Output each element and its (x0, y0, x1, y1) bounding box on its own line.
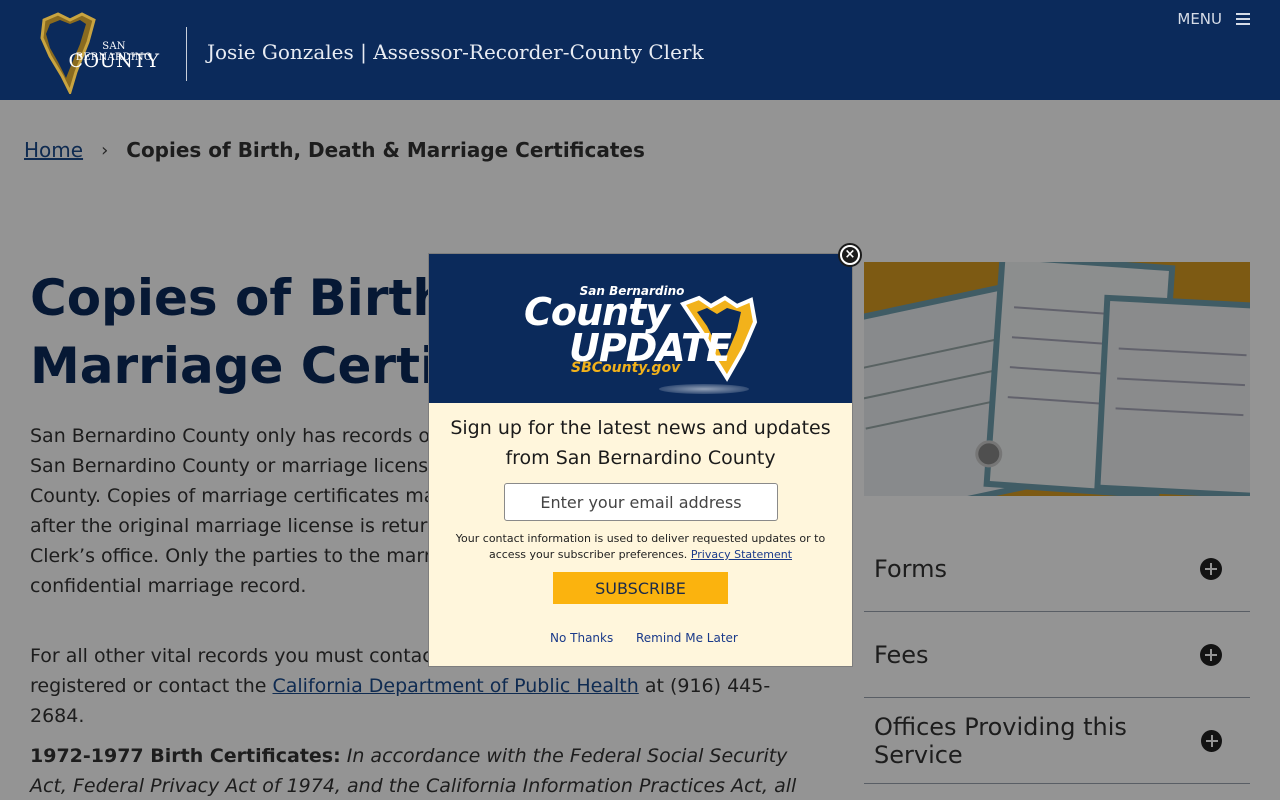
menu-button[interactable]: MENU (1177, 10, 1250, 28)
header-title[interactable]: Josie Gonzales | Assessor-Recorder-Count… (207, 40, 704, 64)
subscribe-button[interactable]: SUBSCRIBE (553, 572, 728, 604)
remind-later-link[interactable]: Remind Me Later (636, 631, 738, 645)
banner-url: SBCounty.gov (571, 360, 681, 376)
disclaimer-text: Your contact information is used to deli… (449, 531, 832, 563)
close-modal-button[interactable]: × (838, 243, 862, 267)
signup-modal: San Bernardino County UPDATE SBCounty.go… (428, 253, 853, 667)
no-thanks-link[interactable]: No Thanks (550, 631, 613, 645)
privacy-statement-link[interactable]: Privacy Statement (691, 548, 792, 561)
county-logo[interactable]: SAN BERNARDINO COUNTY (36, 12, 168, 94)
email-input[interactable] (504, 483, 778, 521)
header-divider (186, 27, 187, 81)
county-update-banner: San Bernardino County UPDATE SBCounty.go… (429, 254, 852, 403)
modal-heading: Sign up for the latest news and updates … (450, 417, 831, 469)
logo-text-main: COUNTY (68, 50, 160, 72)
close-icon: × (842, 247, 858, 263)
banner-glow (659, 384, 749, 394)
menu-label: MENU (1177, 10, 1222, 28)
hamburger-icon (1236, 13, 1250, 25)
site-header: SAN BERNARDINO COUNTY Josie Gonzales | A… (0, 0, 1280, 100)
